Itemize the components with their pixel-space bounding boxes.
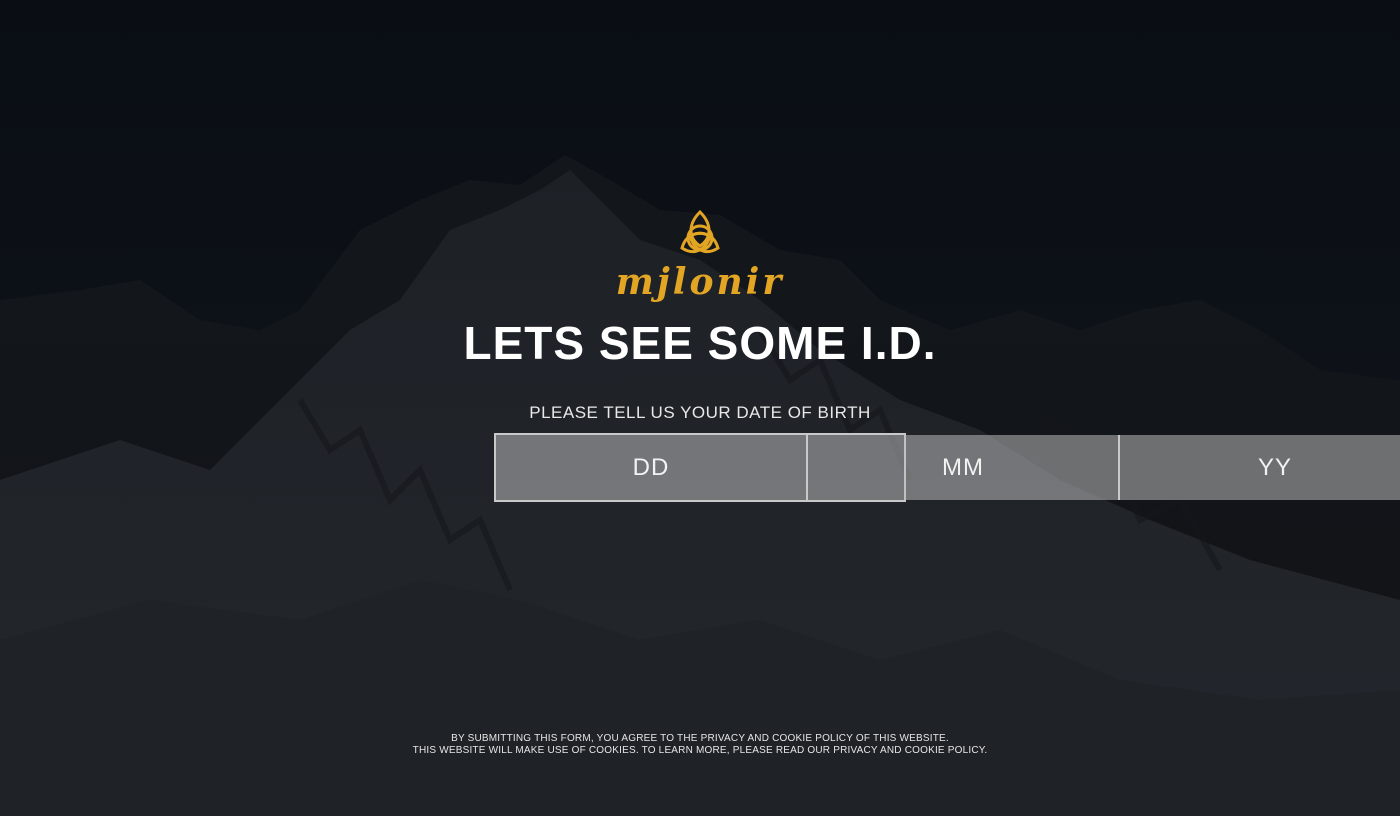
month-input[interactable]	[806, 435, 1118, 500]
day-input[interactable]	[496, 435, 806, 500]
brand-logo: mjlonir	[0, 208, 1400, 302]
legal-notice-line-2: THIS WEBSITE WILL MAKE USE OF COOKIES. T…	[412, 745, 988, 756]
age-gate-page: mjlonir LETS SEE SOME I.D. PLEASE TELL U…	[0, 0, 1400, 816]
date-of-birth-prompt: PLEASE TELL US YOUR DATE OF BIRTH	[529, 403, 871, 422]
year-input[interactable]	[1118, 435, 1400, 500]
triquetra-icon	[680, 209, 720, 253]
brand-name: mjlonir	[615, 261, 785, 303]
age-gate-headline: LETS SEE SOME I.D.	[463, 317, 937, 369]
legal-notice: BY SUBMITTING THIS FORM, YOU AGREE TO TH…	[0, 733, 1400, 757]
date-of-birth-inputs	[494, 433, 1400, 502]
legal-notice-line-1: BY SUBMITTING THIS FORM, YOU AGREE TO TH…	[451, 733, 949, 744]
